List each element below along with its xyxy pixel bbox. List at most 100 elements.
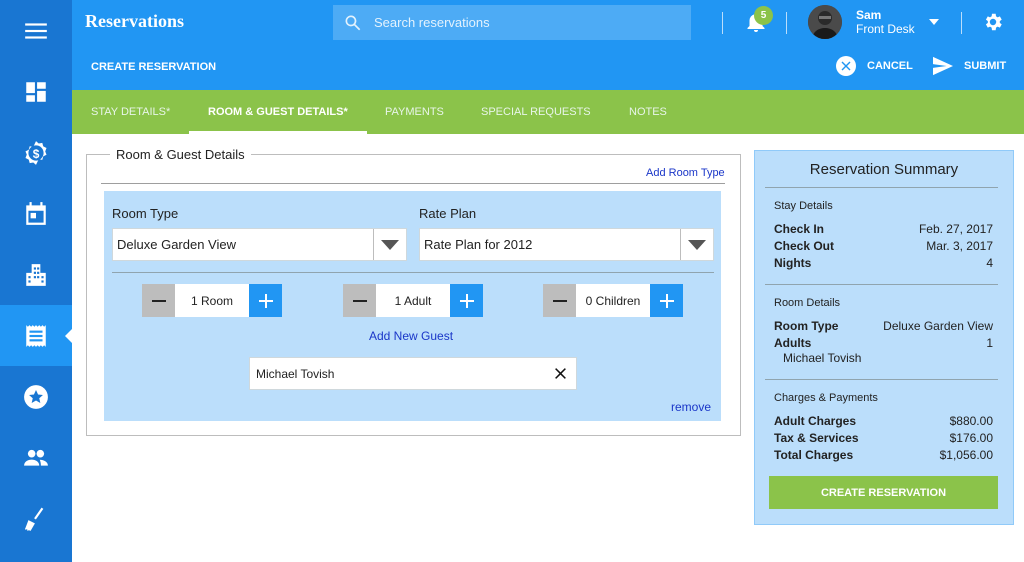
menu-icon — [25, 22, 47, 39]
close-icon — [554, 368, 566, 379]
user-role: Front Desk — [856, 22, 915, 36]
minus-icon — [552, 299, 567, 302]
adults-value[interactable]: 1 Adult — [376, 284, 450, 317]
dropdown-arrow-icon — [680, 229, 713, 260]
add-room-type-link[interactable]: Add Room Type — [646, 167, 725, 179]
adults-stepper: 1 Adult — [343, 284, 483, 317]
cancel-label: CANCEL — [867, 60, 913, 72]
adult-charges-value: $880.00 — [949, 414, 993, 428]
summary-room-type-label: Room Type — [774, 319, 839, 333]
avatar[interactable] — [808, 5, 842, 39]
close-circle-icon — [836, 56, 856, 76]
sidebar-item-calendar[interactable] — [0, 183, 72, 244]
minus-icon — [352, 299, 367, 302]
header: Reservations 5 Sam Front Desk CREATE RES… — [72, 0, 1024, 90]
sidebar-item-dashboard[interactable] — [0, 61, 72, 122]
divider — [786, 12, 787, 34]
charges-heading: Charges & Payments — [774, 392, 878, 404]
sidebar-item-menu[interactable] — [0, 0, 72, 61]
room-type-label: Room Type — [112, 206, 179, 221]
check-out-value: Mar. 3, 2017 — [926, 239, 993, 253]
summary-adults-value: 1 — [986, 336, 993, 350]
tab-special-requests[interactable]: SPECIAL REQUESTS — [481, 90, 591, 134]
children-decrement-button[interactable] — [543, 284, 576, 317]
children-value[interactable]: 0 Children — [576, 284, 650, 317]
people-icon — [24, 449, 48, 466]
app-title: Reservations — [85, 11, 184, 31]
tab-room-guest-details[interactable]: ROOM & GUEST DETAILS* — [189, 90, 367, 134]
sidebar: $ — [0, 0, 72, 562]
divider — [112, 272, 714, 273]
rate-plan-value: Rate Plan for 2012 — [424, 237, 533, 252]
room-details-heading: Room Details — [774, 297, 841, 309]
chevron-down-icon[interactable] — [929, 19, 939, 25]
adult-charges-row: Adult Charges $880.00 — [774, 414, 993, 428]
page-title: CREATE RESERVATION — [91, 61, 217, 73]
adults-row: Adults 1 — [774, 336, 993, 350]
total-row: Total Charges $1,056.00 — [774, 448, 993, 462]
add-new-guest-link[interactable]: Add New Guest — [369, 329, 453, 343]
divider — [765, 379, 998, 380]
divider — [101, 183, 725, 184]
check-out-row: Check Out Mar. 3, 2017 — [774, 239, 993, 253]
divider — [961, 12, 962, 34]
settings-button[interactable] — [982, 11, 1004, 33]
calendar-icon — [26, 201, 46, 225]
tax-label: Tax & Services — [774, 431, 859, 445]
rooms-value[interactable]: 1 Room — [175, 284, 249, 317]
rooms-increment-button[interactable] — [249, 284, 282, 317]
minus-icon — [151, 299, 166, 302]
rooms-decrement-button[interactable] — [142, 284, 175, 317]
summary-guest-name: Michael Tovish — [783, 351, 862, 365]
star-icon — [24, 384, 48, 409]
adults-decrement-button[interactable] — [343, 284, 376, 317]
children-increment-button[interactable] — [650, 284, 683, 317]
sidebar-item-guests[interactable] — [0, 427, 72, 488]
active-indicator — [65, 329, 72, 343]
tax-value: $176.00 — [949, 431, 993, 445]
sidebar-item-housekeeping[interactable] — [0, 488, 72, 549]
submit-button[interactable]: SUBMIT — [932, 56, 1006, 76]
total-label: Total Charges — [774, 448, 854, 462]
notification-count-badge: 5 — [754, 6, 773, 25]
search-box[interactable] — [333, 5, 691, 40]
guest-field[interactable]: Michael Tovish — [249, 357, 577, 390]
check-in-row: Check In Feb. 27, 2017 — [774, 222, 993, 236]
sidebar-item-reservations[interactable] — [0, 305, 72, 366]
search-icon — [345, 15, 361, 30]
tab-notes[interactable]: NOTES — [629, 90, 667, 134]
nights-label: Nights — [774, 256, 812, 270]
dashboard-icon — [26, 81, 46, 102]
nights-value: 4 — [986, 256, 993, 270]
svg-text:$: $ — [33, 146, 40, 160]
room-type-select[interactable]: Deluxe Garden View — [112, 228, 407, 261]
children-stepper: 0 Children — [543, 284, 683, 317]
rate-plan-select[interactable]: Rate Plan for 2012 — [419, 228, 714, 261]
cancel-button[interactable]: CANCEL — [836, 56, 913, 76]
tab-stay-details[interactable]: STAY DETAILS* — [91, 90, 170, 134]
room-type-value: Deluxe Garden View — [117, 237, 236, 252]
nights-row: Nights 4 — [774, 256, 993, 270]
broom-icon — [24, 507, 44, 531]
panel-legend: Room & Guest Details — [110, 147, 251, 162]
search-input[interactable] — [374, 15, 674, 30]
rate-plan-label: Rate Plan — [419, 206, 477, 221]
receipt-icon — [26, 324, 46, 347]
tab-payments[interactable]: PAYMENTS — [385, 90, 444, 134]
send-icon — [933, 56, 953, 76]
remove-guest-button[interactable] — [550, 364, 570, 384]
remove-room-link[interactable]: remove — [671, 400, 711, 414]
sidebar-item-favorites[interactable] — [0, 366, 72, 427]
check-out-label: Check Out — [774, 239, 835, 253]
summary-title: Reservation Summary — [809, 161, 959, 178]
avatar-image — [808, 5, 842, 39]
divider — [765, 284, 998, 285]
building-icon — [26, 263, 46, 286]
create-reservation-button[interactable]: CREATE RESERVATION — [769, 476, 998, 509]
sidebar-item-billing[interactable]: $ — [0, 122, 72, 183]
check-in-label: Check In — [774, 222, 825, 236]
guest-name: Michael Tovish — [256, 366, 335, 381]
rooms-stepper: 1 Room — [142, 284, 282, 317]
adults-increment-button[interactable] — [450, 284, 483, 317]
sidebar-item-property[interactable] — [0, 244, 72, 305]
